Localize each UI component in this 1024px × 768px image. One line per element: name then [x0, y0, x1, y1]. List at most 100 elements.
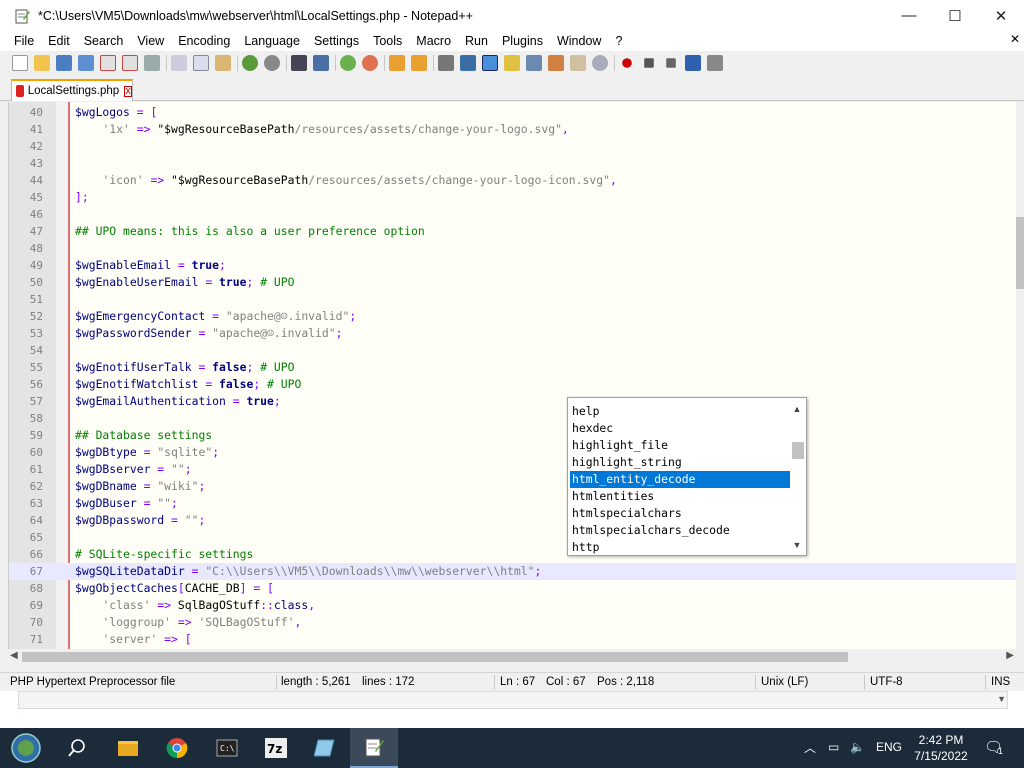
document-map-icon[interactable]	[526, 55, 542, 71]
tab-localsettings[interactable]: LocalSettings.php x	[11, 79, 133, 101]
taskbar-notepadpp[interactable]	[350, 728, 398, 768]
menu-language[interactable]: Language	[237, 34, 307, 48]
code-line[interactable]: 44 'icon' => "$wgResourceBasePath/resour…	[9, 172, 1016, 189]
find-icon[interactable]	[291, 55, 307, 71]
user-language-icon[interactable]	[504, 55, 520, 71]
menu-settings[interactable]: Settings	[307, 34, 366, 48]
tab-close-icon[interactable]: x	[124, 85, 132, 97]
chevron-down-icon[interactable]: ▼	[789, 540, 805, 552]
code-line[interactable]: 41 '1x' => "$wgResourceBasePath/resource…	[9, 121, 1016, 138]
code-line[interactable]: 69 'class' => SqlBagOStuff::class,	[9, 597, 1016, 614]
print-icon[interactable]	[144, 55, 160, 71]
code-line[interactable]: 67 $wgSQLiteDataDir = "C:\\Users\\VM5\\Do…	[9, 563, 1016, 580]
autocomplete-scroll-thumb[interactable]	[792, 442, 804, 459]
taskbar-7zip[interactable]: 7z	[252, 728, 300, 768]
language-indicator[interactable]: ENG	[876, 740, 902, 754]
menu-edit[interactable]: Edit	[41, 34, 77, 48]
close-file-icon[interactable]	[100, 55, 116, 71]
code-line[interactable]: 42	[9, 138, 1016, 155]
play-macro-icon[interactable]	[666, 58, 676, 68]
code-line[interactable]: 46	[9, 206, 1016, 223]
autocomplete-item[interactable]: htmlentities	[570, 488, 790, 505]
save-macro-icon[interactable]	[707, 55, 723, 71]
autocomplete-item[interactable]: http	[570, 539, 790, 556]
scroll-left-icon[interactable]: ◀	[10, 650, 18, 661]
status-encoding[interactable]: UTF-8	[870, 676, 903, 688]
save-icon[interactable]	[56, 55, 72, 71]
maximize-button[interactable]: ☐	[932, 0, 978, 31]
code-line[interactable]: 49 $wgEnableEmail = true;	[9, 257, 1016, 274]
autocomplete-scrollbar[interactable]: ▲ ▼	[789, 402, 805, 552]
code-line[interactable]: 62 $wgDBname = "wiki";	[9, 478, 1016, 495]
code-editor[interactable]: 40 $wgLogos = [41 '1x' => "$wgResourceBas…	[8, 102, 1016, 649]
code-line[interactable]: 61 $wgDBserver = "";	[9, 461, 1016, 478]
menu-search[interactable]: Search	[77, 34, 131, 48]
clock[interactable]: 2:42 PM 7/15/2022	[905, 732, 977, 764]
code-line[interactable]: 52 $wgEmergencyContact = "apache@☺.invali…	[9, 308, 1016, 325]
code-line[interactable]: 58	[9, 410, 1016, 427]
search-button[interactable]	[53, 728, 101, 768]
autocomplete-item[interactable]: htmlspecialchars	[570, 505, 790, 522]
taskbar-chrome[interactable]	[153, 728, 201, 768]
sync-vertical-icon[interactable]	[389, 55, 405, 71]
code-line[interactable]: 56 $wgEnotifWatchlist = false; # UPO	[9, 376, 1016, 393]
taskbar-command-prompt[interactable]: C:\	[203, 728, 251, 768]
autocomplete-item[interactable]: html_entity_decode	[570, 471, 790, 488]
start-button[interactable]	[2, 728, 50, 768]
stop-macro-icon[interactable]	[644, 58, 654, 68]
code-line[interactable]: 60 $wgDBtype = "sqlite";	[9, 444, 1016, 461]
copy-icon[interactable]	[193, 55, 209, 71]
zoom-in-icon[interactable]	[340, 55, 356, 71]
record-macro-icon[interactable]	[622, 58, 632, 68]
code-line[interactable]: 64 $wgDBpassword = "";	[9, 512, 1016, 529]
network-icon[interactable]: ▭	[828, 740, 839, 754]
monitoring-icon[interactable]	[592, 55, 608, 71]
function-list-icon[interactable]	[548, 55, 564, 71]
menu-view[interactable]: View	[130, 34, 171, 48]
code-line[interactable]: 63 $wgDBuser = "";	[9, 495, 1016, 512]
show-hidden-icons-icon[interactable]: ︿	[804, 739, 816, 756]
redo-icon[interactable]	[264, 55, 280, 71]
code-line[interactable]: 68 $wgObjectCaches[CACHE_DB] = [	[9, 580, 1016, 597]
close-window-button[interactable]: ✕	[978, 0, 1024, 31]
code-line[interactable]: 47 ## UPO means: this is also a user pref…	[9, 223, 1016, 240]
autocomplete-item[interactable]: highlight_file	[570, 437, 790, 454]
code-line[interactable]: 43	[9, 155, 1016, 172]
code-line[interactable]: 71 'server' => [	[9, 631, 1016, 648]
cut-icon[interactable]	[171, 55, 187, 71]
menu-run[interactable]: Run	[458, 34, 495, 48]
editor-horizontal-scrollbar[interactable]: ◀ ▶	[8, 649, 1016, 665]
horizontal-scroll-thumb[interactable]	[22, 652, 848, 662]
autocomplete-item[interactable]: highlight_string	[570, 454, 790, 471]
menu-help[interactable]: ?	[608, 34, 629, 48]
code-line[interactable]: 59 ## Database settings	[9, 427, 1016, 444]
menu-plugins[interactable]: Plugins	[495, 34, 550, 48]
code-line[interactable]: 66 # SQLite-specific settings	[9, 546, 1016, 563]
menu-macro[interactable]: Macro	[409, 34, 458, 48]
minimize-button[interactable]: —	[886, 0, 932, 31]
show-all-characters-icon[interactable]	[460, 55, 476, 71]
chevron-up-icon[interactable]: ▲	[789, 404, 805, 416]
code-line[interactable]: 55 $wgEnotifUserTalk = false; # UPO	[9, 359, 1016, 376]
save-all-icon[interactable]	[78, 55, 94, 71]
code-line[interactable]: 40 $wgLogos = [	[9, 104, 1016, 121]
code-line[interactable]: 53 $wgPasswordSender = "apache@☺.invalid"…	[9, 325, 1016, 342]
code-line[interactable]: 45];	[9, 189, 1016, 206]
new-file-icon[interactable]	[12, 55, 28, 71]
autocomplete-item[interactable]: hexdec	[570, 420, 790, 437]
volume-icon[interactable]: 🔈	[850, 740, 865, 754]
taskbar-notepad[interactable]	[301, 728, 349, 768]
open-file-icon[interactable]	[34, 55, 50, 71]
sync-horizontal-icon[interactable]	[411, 55, 427, 71]
code-line[interactable]: 57 $wgEmailAuthentication = true;	[9, 393, 1016, 410]
editor-vertical-scrollbar[interactable]	[1016, 102, 1024, 649]
close-all-icon[interactable]	[122, 55, 138, 71]
autocomplete-item[interactable]: htmlspecialchars_decode	[570, 522, 790, 539]
menu-file[interactable]: File	[0, 34, 41, 48]
run-macro-multiple-icon[interactable]	[685, 55, 701, 71]
code-line[interactable]: 48	[9, 240, 1016, 257]
code-line[interactable]: 51	[9, 291, 1016, 308]
autocomplete-item[interactable]: help	[570, 403, 790, 420]
chevron-down-icon[interactable]: ▼	[997, 694, 1006, 704]
close-document-button[interactable]: ✕	[1010, 32, 1020, 46]
